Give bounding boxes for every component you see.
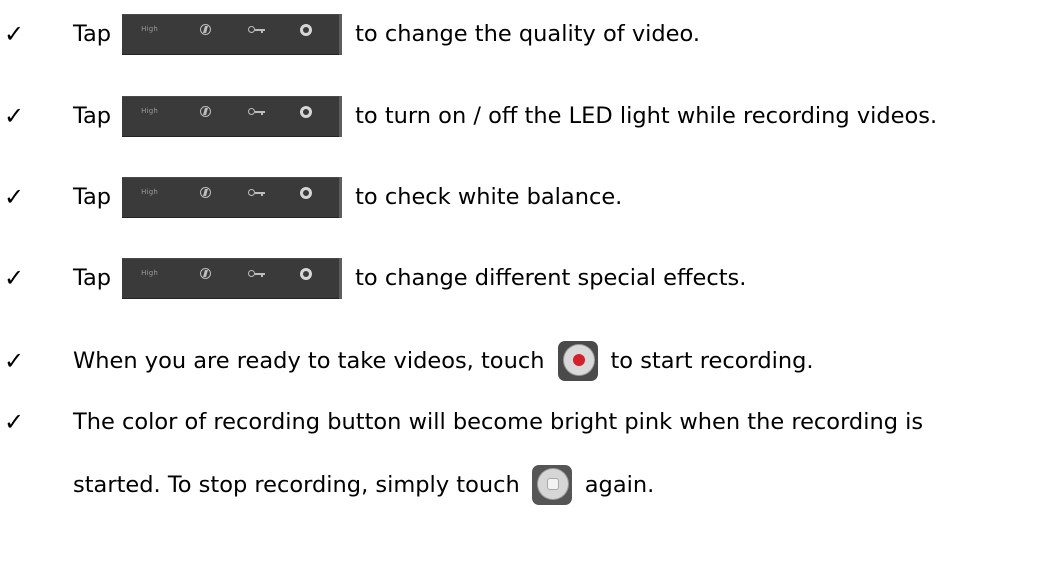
item-prefix: Tap	[73, 21, 112, 47]
record-button-image	[558, 341, 599, 381]
item-prefix: Tap	[73, 265, 112, 291]
continuation-prefix: started. To stop recording, simply touch	[73, 472, 520, 498]
item-text: Tap High to change different special eff…	[73, 257, 747, 299]
item-suffix: to change the quality of video.	[355, 21, 701, 47]
item-text: Tap High to change the quality of video.	[73, 13, 701, 55]
item-prefix: The color of recording button will becom…	[73, 409, 924, 435]
key-icon	[248, 25, 266, 34]
item-suffix: to start recording.	[610, 348, 814, 374]
item-text: Tap High to check white balance.	[73, 176, 623, 218]
flash-icon	[200, 186, 212, 198]
gear-icon	[300, 267, 313, 280]
item-text: When you are ready to take videos, touch…	[73, 341, 814, 381]
camera-toolbar-image: High	[122, 257, 343, 299]
item-suffix: to change different special effects.	[355, 265, 747, 291]
item-text: The color of recording button will becom…	[73, 409, 923, 435]
check-mark-icon: ✓	[4, 183, 25, 211]
flash-icon	[200, 267, 212, 279]
flash-icon	[200, 105, 212, 117]
camera-toolbar-image: High	[122, 95, 343, 137]
item-suffix: to turn on / off the LED light while rec…	[355, 103, 938, 129]
gear-icon	[300, 186, 313, 199]
check-mark-icon: ✓	[4, 20, 25, 48]
continuation-suffix: again.	[584, 472, 655, 498]
flash-icon	[200, 23, 212, 35]
key-icon	[248, 107, 266, 116]
camera-toolbar-image: High	[122, 176, 343, 218]
record-icon	[564, 345, 595, 375]
key-icon	[248, 188, 266, 197]
quality-label: High	[141, 268, 158, 277]
gear-icon	[300, 105, 313, 118]
stop-icon	[537, 469, 568, 499]
quality-label: High	[141, 187, 158, 196]
item-text: Tap High to turn on / off the LED light …	[73, 95, 938, 137]
item-suffix: to check white balance.	[355, 184, 623, 210]
gear-icon	[300, 23, 313, 36]
key-icon	[248, 269, 266, 278]
check-mark-icon: ✓	[4, 264, 25, 292]
quality-label: High	[141, 106, 158, 115]
check-mark-icon: ✓	[4, 347, 25, 375]
continuation-text: started. To stop recording, simply touch…	[73, 465, 654, 505]
stop-button-image	[531, 465, 572, 505]
quality-label: High	[141, 24, 158, 33]
check-mark-icon: ✓	[4, 408, 25, 436]
check-mark-icon: ✓	[4, 102, 25, 130]
item-prefix: Tap	[73, 103, 112, 129]
item-prefix: Tap	[73, 184, 112, 210]
camera-toolbar-image: High	[122, 13, 343, 55]
item-prefix: When you are ready to take videos, touch	[73, 348, 545, 374]
